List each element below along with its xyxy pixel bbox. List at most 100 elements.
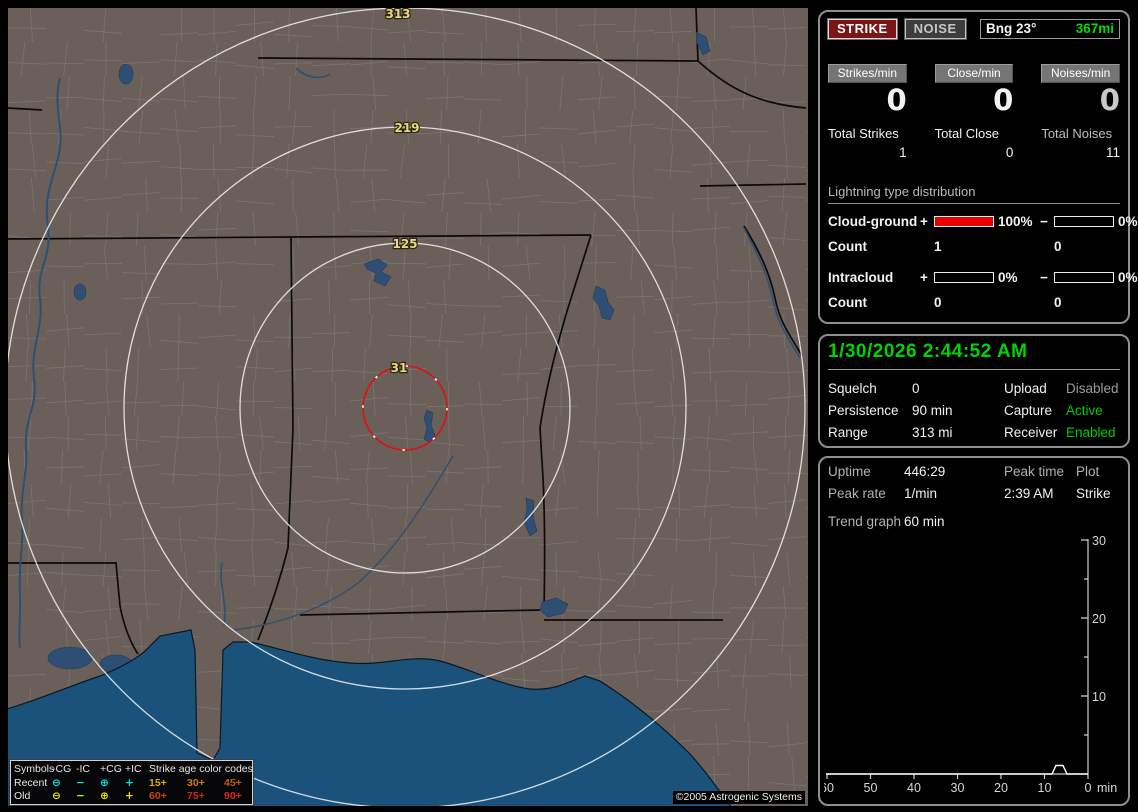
negative-ic-icon: −	[76, 776, 85, 789]
trend-graph: 30 20 10 60 50 40 30 20 10 0 min	[824, 534, 1117, 795]
total-strikes-value: 1	[899, 145, 907, 161]
noises-per-min-header[interactable]: Noises/min	[1041, 64, 1120, 83]
datetime-display: 1/30/2026 2:44:52 AM	[828, 340, 1120, 370]
positive-ic-icon: +	[125, 790, 134, 802]
legend-type-header: +IC	[125, 763, 142, 775]
negative-ic-icon: −	[76, 790, 85, 802]
ic-positive-count: 0	[934, 295, 942, 311]
plot-label: Plot	[1076, 464, 1100, 479]
bearing-distance-readout: Bng 23° 367mi	[980, 19, 1120, 39]
x-tick-label: 60	[824, 781, 834, 795]
total-close-label: Total Close	[934, 126, 999, 142]
noises-per-min-value: 0	[1099, 83, 1120, 117]
bearing-value: Bng 23°	[986, 21, 1037, 36]
receiver-label: Receiver	[1004, 425, 1058, 440]
upload-value: Disabled	[1066, 381, 1119, 396]
range-ring-label: 313	[385, 8, 410, 21]
age-code: 60+	[149, 790, 167, 802]
uptime-label: Uptime	[828, 464, 871, 479]
legend-row-label: Old	[14, 790, 31, 802]
trend-axes	[826, 539, 1089, 775]
copyright-text: ©2005 Astrogenic Systems	[672, 791, 805, 804]
lightning-map[interactable]: 313 219 125 31 Symbols -CG -IC +CG +IC S…	[8, 8, 808, 806]
cg-negative-count: 0	[1054, 239, 1062, 255]
range-label: Range	[828, 425, 868, 440]
strikes-per-min-value: 0	[886, 83, 907, 117]
total-strikes-label: Total Strikes	[828, 126, 899, 142]
capture-value: Active	[1066, 403, 1103, 418]
persistence-value: 90 min	[912, 403, 953, 418]
capture-label: Capture	[1004, 403, 1053, 418]
legend-type-header: +CG	[100, 763, 122, 775]
range-ring-label: 219	[394, 121, 419, 135]
peak-time-label: Peak time	[1004, 464, 1065, 479]
plus-sign: +	[920, 214, 928, 230]
uptime-value: 446:29	[904, 464, 946, 479]
legend-type-header: -CG	[52, 763, 72, 775]
peak-rate-label: Peak rate	[828, 486, 886, 501]
age-code: 45+	[224, 776, 242, 789]
count-label: Count	[828, 295, 867, 311]
negative-cg-icon: ⊖	[52, 776, 61, 789]
range-ring-label: 125	[392, 237, 417, 251]
minus-sign: −	[1040, 214, 1048, 230]
y-tick-label: 10	[1092, 690, 1106, 704]
minus-sign: −	[1040, 270, 1048, 286]
x-tick-label: 50	[864, 781, 878, 795]
age-code: 90+	[224, 790, 242, 802]
ic-negative-bar	[1054, 272, 1114, 284]
cg-positive-percent: 100%	[998, 214, 1033, 230]
strike-counter-panel: STRIKE NOISE Bng 23° 367mi Strikes/min 0…	[818, 10, 1138, 324]
cg-negative-percent: 0%	[1118, 214, 1138, 230]
legend-symbols-header: Symbols	[14, 763, 55, 775]
positive-ic-icon: +	[125, 776, 134, 789]
trend-graph-value: 60 min	[904, 514, 945, 529]
strikes-per-min-header[interactable]: Strikes/min	[828, 64, 907, 83]
trend-graph-label: Trend graph	[828, 514, 902, 529]
total-noises-value: 11	[1105, 145, 1120, 161]
cg-negative-bar	[1054, 216, 1114, 228]
noise-toggle-button[interactable]: NOISE	[904, 19, 966, 39]
persistence-label: Persistence	[828, 403, 899, 418]
noises-per-min-column: Noises/min 0 Total Noises 11	[1041, 64, 1120, 160]
x-tick-label: 10	[1038, 781, 1052, 795]
squelch-value: 0	[912, 381, 920, 396]
x-tick-label: 20	[994, 781, 1008, 795]
strike-toggle-button[interactable]: STRIKE	[828, 19, 897, 39]
cloud-ground-label: Cloud-ground	[828, 214, 918, 230]
status-panel: 1/30/2026 2:44:52 AM Squelch 0 Upload Di…	[818, 334, 1130, 448]
negative-cg-icon: ⊖	[52, 790, 61, 802]
legend-age-header: Strike age color codes	[149, 763, 253, 775]
strike-trend-line	[826, 764, 1088, 775]
x-unit-label: min	[1097, 781, 1117, 795]
x-tick-label: 30	[951, 781, 965, 795]
intracloud-label: Intracloud	[828, 270, 894, 286]
close-per-min-header[interactable]: Close/min	[934, 64, 1014, 83]
plot-value: Strike	[1076, 486, 1111, 501]
range-value: 313 mi	[912, 425, 953, 440]
strikes-per-min-column: Strikes/min 0 Total Strikes 1	[828, 64, 907, 160]
total-close-value: 0	[1005, 145, 1014, 161]
cg-positive-count: 1	[934, 239, 942, 255]
distribution-title: Lightning type distribution	[828, 184, 1120, 205]
peak-time-value: 2:39 AM	[1004, 486, 1054, 501]
ic-positive-bar	[934, 272, 994, 284]
close-per-min-value: 0	[993, 83, 1014, 117]
x-tick-label: 0	[1085, 781, 1092, 795]
age-code: 75+	[187, 790, 205, 802]
upload-label: Upload	[1004, 381, 1047, 396]
legend-row-label: Recent	[14, 776, 48, 789]
legend-type-header: -IC	[76, 763, 90, 775]
y-tick-label: 20	[1092, 612, 1106, 626]
range-ring-label: 31	[391, 361, 408, 375]
y-tick-label: 30	[1092, 534, 1106, 548]
close-per-min-column: Close/min 0 Total Close 0	[934, 64, 1014, 161]
ic-negative-count: 0	[1054, 295, 1062, 311]
age-code: 30+	[187, 776, 205, 789]
x-tick-label: 40	[907, 781, 921, 795]
distance-value: 367mi	[1075, 21, 1114, 36]
positive-cg-icon: ⊕	[100, 776, 109, 789]
app-window: { "toolbar": { "strike_label": "STRIKE",…	[0, 0, 1138, 812]
total-noises-label: Total Noises	[1041, 126, 1113, 142]
trend-panel: Uptime 446:29 Peak time Plot Peak rate 1…	[818, 456, 1130, 806]
